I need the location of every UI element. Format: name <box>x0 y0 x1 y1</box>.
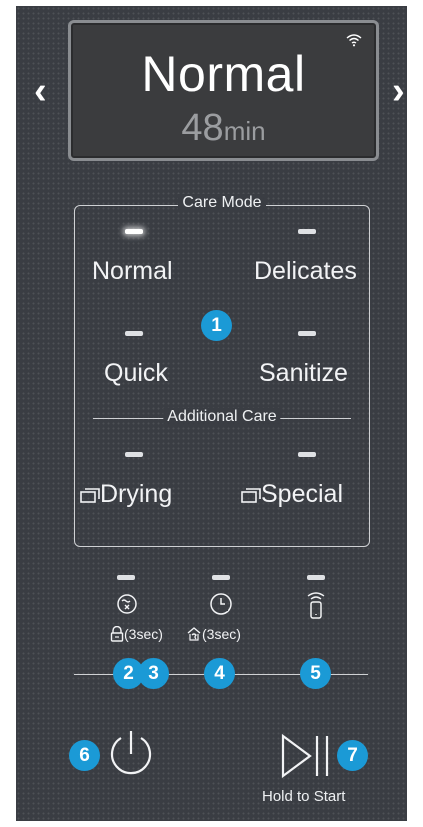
badge-7: 7 <box>337 740 368 771</box>
badge-5: 5 <box>300 658 331 689</box>
smart-control-icon[interactable] <box>305 590 327 620</box>
led-sanitize <box>298 331 316 336</box>
child-lock-control[interactable]: (3sec) <box>110 625 163 642</box>
alarm-icon <box>187 627 201 641</box>
option-delicates[interactable]: Delicates <box>254 257 357 286</box>
option-normal[interactable]: Normal <box>92 257 173 286</box>
led-drying <box>125 452 143 457</box>
current-mode: Normal <box>141 46 306 102</box>
led-quick <box>125 331 143 336</box>
badge-4: 4 <box>204 658 235 689</box>
led-dry-option <box>117 575 135 580</box>
start-pause-icon[interactable] <box>280 733 332 779</box>
badge-1: 1 <box>201 310 232 341</box>
option-sanitize[interactable]: Sanitize <box>259 359 348 388</box>
led-special <box>298 452 316 457</box>
time-value: 48 <box>181 107 224 149</box>
dry-icon[interactable] <box>115 592 139 616</box>
option-special[interactable]: Special <box>241 480 343 509</box>
option-quick[interactable]: Quick <box>104 359 168 388</box>
led-smart-control <box>307 575 325 580</box>
delay-end-timer-icon[interactable] <box>208 591 234 617</box>
special-label: Special <box>261 480 343 508</box>
alarm-control[interactable]: (3sec) <box>186 626 241 642</box>
led-normal <box>125 229 143 234</box>
care-mode-title-wrap: Care Mode <box>75 194 369 212</box>
option-drying[interactable]: Drying <box>80 480 172 509</box>
power-icon[interactable] <box>106 728 156 780</box>
child-lock-icon <box>110 625 124 642</box>
lcd-display: Normal 48min <box>68 20 379 161</box>
next-cycle-button[interactable]: › <box>392 70 405 113</box>
alarm-label: (3sec) <box>202 626 241 642</box>
additional-care-title: Additional Care <box>163 408 281 426</box>
badge-6: 6 <box>69 740 100 771</box>
drying-label: Drying <box>100 480 173 508</box>
led-timer-option <box>212 575 230 580</box>
remaining-time: 48min <box>71 107 376 150</box>
prev-cycle-button[interactable]: ‹ <box>34 70 47 113</box>
care-mode-title: Care Mode <box>178 194 266 211</box>
drying-icon <box>80 488 100 504</box>
led-delicates <box>298 229 316 234</box>
special-icon <box>241 488 261 504</box>
hold-to-start-label: Hold to Start <box>262 788 346 805</box>
child-lock-label: (3sec) <box>124 626 163 642</box>
additional-care-divider: Additional Care <box>93 408 351 426</box>
time-unit: min <box>223 116 266 146</box>
badge-3: 3 <box>138 658 169 689</box>
